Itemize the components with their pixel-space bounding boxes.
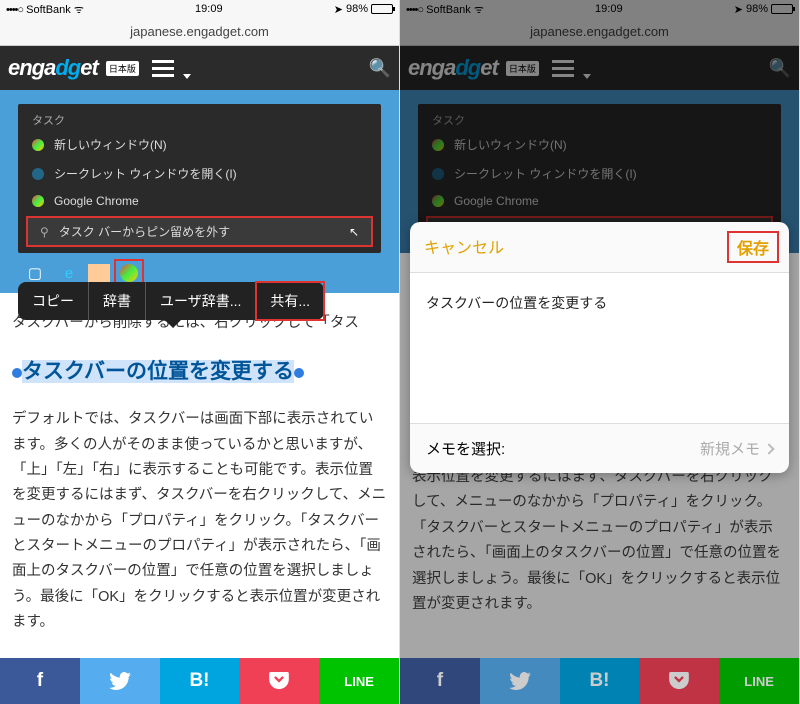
logo[interactable]: engadget: [8, 55, 98, 81]
url-bar[interactable]: japanese.engadget.com: [0, 18, 399, 46]
chevron-right-icon: [763, 443, 774, 454]
battery-icon: [371, 4, 393, 14]
share-line[interactable]: LINE: [319, 658, 399, 704]
explorer-icon: [88, 264, 110, 282]
selection-handle-start[interactable]: [12, 368, 22, 378]
left-screenshot: ••••○ SoftBank ᯤ 19:09 ➤98% japanese.eng…: [0, 0, 400, 704]
save-button[interactable]: 保存: [727, 231, 779, 263]
search-icon[interactable]: 🔍: [369, 58, 391, 79]
context-menu: タスク 新しいウィンドウ(N) シークレット ウィンドウを開く(I) Googl…: [18, 104, 381, 253]
share-pocket[interactable]: [239, 658, 319, 704]
menu-button[interactable]: [152, 53, 197, 83]
cancel-button[interactable]: キャンセル: [424, 234, 504, 260]
share-facebook[interactable]: f: [400, 658, 480, 704]
paragraph: デフォルトでは、タスクバーは画面下部に表示されています。多くの人がそのまま使って…: [12, 407, 387, 635]
popup-copy[interactable]: コピー: [18, 282, 89, 320]
share-twitter[interactable]: [80, 658, 160, 704]
share-hatena[interactable]: B!: [560, 658, 640, 704]
memo-label: メモを選択:: [426, 438, 505, 459]
notes-share-sheet: キャンセル 保存 タスクバーの位置を変更する メモを選択: 新規メモ: [410, 222, 789, 473]
note-content[interactable]: タスクバーの位置を変更する: [410, 273, 789, 423]
clock: 19:09: [195, 3, 223, 15]
popup-share[interactable]: 共有...: [256, 282, 324, 320]
status-bar: ••••○ SoftBank ᯤ 19:09 ➤98%: [0, 0, 399, 18]
article-image: タスク 新しいウィンドウ(N) シークレット ウィンドウを開く(I) Googl…: [0, 90, 399, 293]
share-hatena[interactable]: B!: [160, 658, 240, 704]
text-selection-popup: コピー 辞書 ユーザ辞書... 共有...: [18, 282, 324, 320]
share-bar: f B! LINE: [400, 658, 799, 704]
highlighted-menu-item: ⚲タスク バーからピン留めを外す↖: [26, 216, 373, 247]
share-line[interactable]: LINE: [719, 658, 799, 704]
share-twitter[interactable]: [480, 658, 560, 704]
popup-userdict[interactable]: ユーザ辞書...: [146, 282, 256, 320]
share-bar: f B! LINE: [0, 658, 399, 704]
share-pocket[interactable]: [639, 658, 719, 704]
selection-handle-end[interactable]: [294, 368, 304, 378]
edition-badge: 日本版: [106, 61, 139, 76]
right-screenshot: ••••○ SoftBank ᯤ 19:09 ➤98% japanese.eng…: [400, 0, 800, 704]
popup-dictionary[interactable]: 辞書: [89, 282, 146, 320]
article-body: タスクバーから削除するには、右クリックして「タス タスクバーの位置を変更する デ…: [0, 301, 399, 646]
memo-selector[interactable]: メモを選択: 新規メモ: [410, 423, 789, 473]
share-facebook[interactable]: f: [0, 658, 80, 704]
article-headline: タスクバーの位置を変更する: [12, 354, 387, 391]
site-header: engadget 日本版 🔍: [0, 46, 399, 90]
